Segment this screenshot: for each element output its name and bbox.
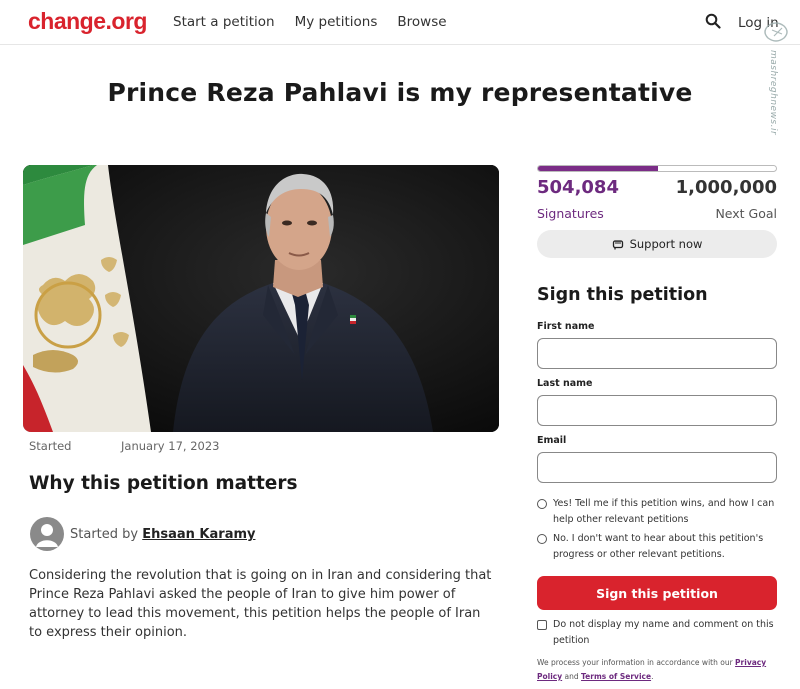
privacy-suffix: . xyxy=(651,672,654,681)
nav-my-petitions[interactable]: My petitions xyxy=(295,14,378,30)
nav-browse[interactable]: Browse xyxy=(397,14,446,30)
hide-name-option[interactable]: Do not display my name and comment on th… xyxy=(537,617,777,649)
petition-title: Prince Reza Pahlavi is my representative xyxy=(107,78,693,107)
goal-count: 1,000,000 xyxy=(675,177,777,198)
signatures-label: Signatures xyxy=(537,206,604,221)
main-nav: Start a petition My petitions Browse xyxy=(173,14,447,30)
first-name-field[interactable] xyxy=(537,338,777,369)
sign-petition-heading: Sign this petition xyxy=(537,285,708,305)
privacy-notice: We process your information in accordanc… xyxy=(537,656,777,684)
why-heading: Why this petition matters xyxy=(29,473,298,494)
updates-no-radio[interactable] xyxy=(537,534,547,544)
progress-fill xyxy=(538,166,658,171)
email-label: Email xyxy=(537,435,567,446)
email-field[interactable] xyxy=(537,452,777,483)
change-org-logo[interactable]: change.org xyxy=(28,8,147,35)
hide-name-label: Do not display my name and comment on th… xyxy=(553,619,774,646)
nav-start-petition[interactable]: Start a petition xyxy=(173,14,275,30)
goal-label: Next Goal xyxy=(715,206,777,221)
avatar[interactable] xyxy=(30,517,64,551)
author-link[interactable]: Ehsaan Karamy xyxy=(142,527,255,542)
started-date: January 17, 2023 xyxy=(121,439,220,453)
started-by-label: Started by xyxy=(70,527,139,542)
signature-count: 504,084 xyxy=(537,177,619,198)
sign-petition-button[interactable]: Sign this petition xyxy=(537,576,777,610)
support-now-label: Support now xyxy=(629,237,703,251)
updates-yes-option[interactable]: Yes! Tell me if this petition wins, and … xyxy=(537,496,777,528)
updates-no-option[interactable]: No. I don't want to hear about this peti… xyxy=(537,531,777,563)
started-label: Started xyxy=(29,439,72,453)
updates-yes-label: Yes! Tell me if this petition wins, and … xyxy=(553,498,775,525)
updates-yes-radio[interactable] xyxy=(537,499,547,509)
terms-of-service-link[interactable]: Terms of Service xyxy=(581,672,651,681)
privacy-and: and xyxy=(564,672,579,681)
user-icon xyxy=(36,524,58,547)
first-name-label: First name xyxy=(537,321,595,332)
portrait-image xyxy=(23,165,499,432)
hide-name-checkbox[interactable] xyxy=(537,620,547,630)
started-by: Started by Ehsaan Karamy xyxy=(70,527,255,542)
updates-no-label: No. I don't want to hear about this peti… xyxy=(553,533,764,560)
privacy-prefix: We process your information in accordanc… xyxy=(537,658,733,667)
search-icon[interactable] xyxy=(705,13,721,29)
last-name-label: Last name xyxy=(537,378,593,389)
petition-description: Considering the revolution that is going… xyxy=(29,568,492,640)
signature-progress-bar xyxy=(537,165,777,172)
last-name-field[interactable] xyxy=(537,395,777,426)
fist-icon xyxy=(612,240,623,250)
site-header: change.org Start a petition My petitions… xyxy=(0,0,800,45)
support-now-button[interactable]: Support now xyxy=(537,230,777,258)
petition-photo xyxy=(23,165,499,432)
